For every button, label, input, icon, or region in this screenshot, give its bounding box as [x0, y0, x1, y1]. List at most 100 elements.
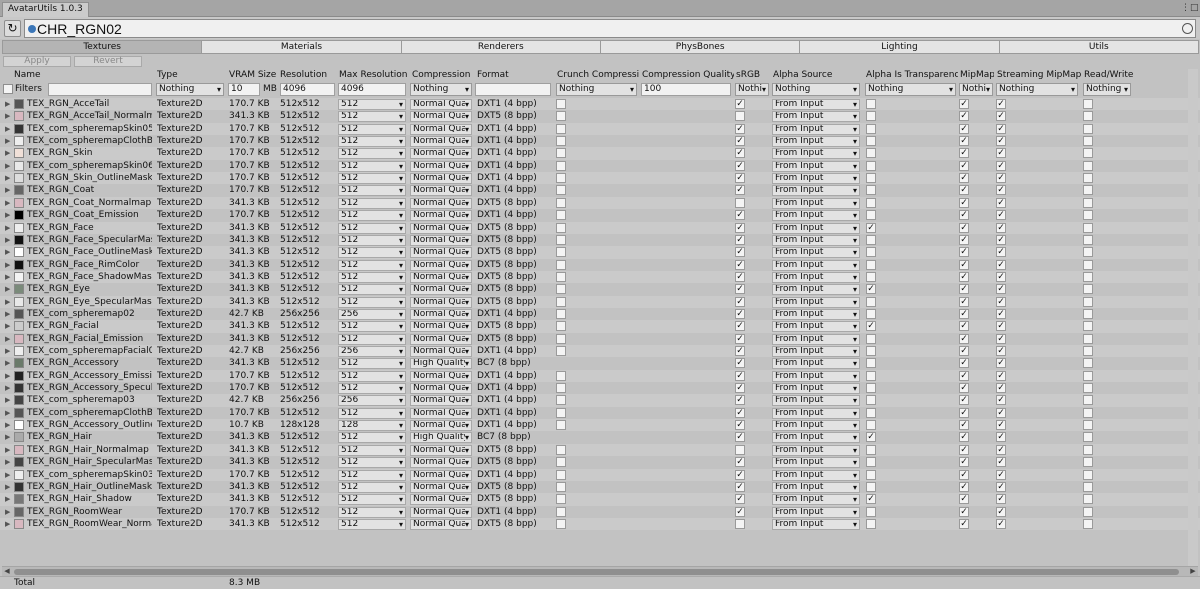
alpha-transparency-checkbox[interactable]	[866, 308, 876, 319]
expand-icon[interactable]: ▶	[5, 345, 10, 357]
srgb-checkbox[interactable]: ✓	[735, 271, 745, 282]
alpha-transparency-checkbox[interactable]	[866, 296, 876, 307]
alpha-source-dropdown[interactable]: From Input	[772, 136, 860, 148]
crunch-checkbox[interactable]	[556, 173, 566, 184]
crunch-checkbox[interactable]	[556, 185, 566, 196]
table-row[interactable]: ▶ TEX_RGN_Hair_SpecularMask Texture2D 341.3…	[0, 456, 1200, 469]
srgb-checkbox[interactable]: ✓	[735, 469, 745, 480]
format-filter-input[interactable]	[475, 83, 551, 96]
srgb-checkbox[interactable]: ✓	[735, 481, 745, 492]
alpha-source-dropdown[interactable]: From Input	[772, 160, 860, 172]
texture-name[interactable]: TEX_RGN_Accessory_OutlineMa	[27, 419, 152, 431]
expand-icon[interactable]: ▶	[5, 407, 10, 419]
crunch-checkbox[interactable]	[556, 111, 566, 122]
max-resolution-dropdown[interactable]: 512	[338, 469, 406, 481]
compression-dropdown[interactable]: Normal Qua	[410, 370, 472, 382]
crunch-checkbox[interactable]	[556, 222, 566, 233]
alpha-source-dropdown[interactable]: From Input	[772, 432, 860, 444]
table-row[interactable]: ▶ TEX_com_spheremapFacial01 Texture2D 42.7 …	[0, 345, 1200, 358]
alpha-transparency-checkbox[interactable]	[866, 148, 876, 159]
expand-icon[interactable]: ▶	[5, 98, 10, 110]
srgb-checkbox[interactable]: ✓	[735, 321, 745, 332]
texture-name[interactable]: TEX_RGN_AcceTail_Normalma	[27, 110, 152, 122]
alpha-transparency-checkbox[interactable]	[866, 185, 876, 196]
alpha-transparency-checkbox[interactable]	[866, 481, 876, 492]
tab-utils[interactable]: Utils	[998, 40, 1199, 54]
alpha-transparency-checkbox[interactable]	[866, 407, 876, 418]
readwrite-checkbox[interactable]	[1083, 469, 1093, 480]
table-row[interactable]: ▶ TEX_RGN_Hair_Normalmap Texture2D 341.3 KB…	[0, 443, 1200, 457]
readwrite-checkbox[interactable]	[1083, 506, 1093, 517]
streaming-checkbox[interactable]: ✓	[996, 370, 1006, 381]
crunch-checkbox[interactable]	[556, 160, 566, 171]
max-resolution-dropdown[interactable]: 512	[338, 506, 406, 518]
table-row[interactable]: ▶ TEX_RGN_Coat_Emission Texture2D 170.7 KB 5…	[0, 209, 1200, 222]
crunch-checkbox[interactable]	[556, 210, 566, 221]
crunch-checkbox[interactable]	[556, 481, 566, 492]
srgb-checkbox[interactable]: ✓	[735, 308, 745, 319]
compression-dropdown[interactable]: Normal Qua	[410, 259, 472, 271]
quality-filter-input[interactable]: 100	[641, 83, 731, 96]
max-resolution-dropdown[interactable]: 512	[338, 197, 406, 209]
texture-name[interactable]: TEX_RGN_Face_OutlineMask	[27, 246, 152, 258]
alpha-source-dropdown[interactable]: From Input	[772, 346, 860, 357]
alpha-source-dropdown[interactable]: From Input	[772, 444, 860, 456]
srgb-checkbox[interactable]	[735, 111, 745, 122]
srgb-checkbox[interactable]: ✓	[735, 333, 745, 344]
compression-dropdown[interactable]: Normal Qua	[410, 333, 472, 345]
max-resolution-dropdown[interactable]: 256	[338, 308, 406, 320]
alpha-transparency-filter-dropdown[interactable]: Nothing	[865, 83, 956, 96]
col-alpha-source[interactable]: Alpha Source	[773, 69, 863, 82]
horizontal-scrollbar[interactable]: ◀ ▶	[2, 566, 1198, 576]
readwrite-checkbox[interactable]	[1083, 358, 1093, 369]
col-readwrite[interactable]: Read/Write	[1084, 69, 1134, 82]
alpha-source-dropdown[interactable]: From Input	[772, 308, 860, 320]
crunch-checkbox[interactable]	[556, 395, 566, 406]
readwrite-checkbox[interactable]	[1083, 383, 1093, 394]
expand-icon[interactable]: ▶	[5, 160, 10, 172]
readwrite-checkbox[interactable]	[1083, 457, 1093, 468]
max-resolution-dropdown[interactable]: 512	[338, 494, 406, 506]
expand-icon[interactable]: ▶	[5, 110, 10, 122]
mipmap-checkbox[interactable]: ✓	[959, 185, 969, 196]
alpha-source-dropdown[interactable]: From Input	[772, 370, 860, 382]
mipmap-checkbox[interactable]: ✓	[959, 136, 969, 147]
vertical-scrollbar[interactable]	[1188, 69, 1198, 566]
alpha-source-dropdown[interactable]: From Input	[772, 469, 860, 481]
texture-name[interactable]: TEX_RGN_Hair_OutlineMask	[27, 481, 152, 493]
alpha-transparency-checkbox[interactable]	[866, 210, 876, 221]
mipmap-checkbox[interactable]: ✓	[959, 111, 969, 122]
expand-icon[interactable]: ▶	[5, 135, 10, 147]
compression-dropdown[interactable]: Normal Qua	[410, 148, 472, 160]
expand-icon[interactable]: ▶	[5, 296, 10, 308]
alpha-source-dropdown[interactable]: From Input	[772, 148, 860, 160]
crunch-checkbox[interactable]	[556, 407, 566, 418]
alpha-source-dropdown[interactable]: From Input	[772, 407, 860, 419]
expand-icon[interactable]: ▶	[5, 382, 10, 394]
mipmap-checkbox[interactable]: ✓	[959, 358, 969, 369]
streaming-checkbox[interactable]: ✓	[996, 99, 1006, 109]
kebab-menu-icon[interactable]: ⋮□	[1181, 2, 1199, 14]
mipmap-checkbox[interactable]: ✓	[959, 308, 969, 319]
max-resolution-dropdown[interactable]: 512	[338, 284, 406, 296]
crunch-checkbox[interactable]	[556, 148, 566, 159]
mipmap-checkbox[interactable]: ✓	[959, 99, 969, 109]
readwrite-checkbox[interactable]	[1083, 420, 1093, 431]
max-resolution-dropdown[interactable]: 512	[338, 234, 406, 246]
readwrite-checkbox[interactable]	[1083, 494, 1093, 505]
streaming-checkbox[interactable]: ✓	[996, 210, 1006, 221]
mipmap-checkbox[interactable]: ✓	[959, 247, 969, 258]
texture-name[interactable]: TEX_com_spheremap03	[27, 394, 152, 406]
max-resolution-dropdown[interactable]: 512	[338, 136, 406, 148]
streaming-checkbox[interactable]: ✓	[996, 358, 1006, 369]
expand-icon[interactable]: ▶	[5, 394, 10, 406]
texture-name[interactable]: TEX_RGN_Facial	[27, 320, 152, 332]
table-row[interactable]: ▶ TEX_RGN_Hair Texture2D 341.3 KB 512x512 512…	[0, 431, 1200, 444]
streaming-checkbox[interactable]: ✓	[996, 346, 1006, 356]
streaming-checkbox[interactable]: ✓	[996, 284, 1006, 295]
max-resolution-dropdown[interactable]: 128	[338, 420, 406, 432]
compression-dropdown[interactable]: Normal Qua	[410, 407, 472, 419]
readwrite-checkbox[interactable]	[1083, 296, 1093, 307]
alpha-transparency-checkbox[interactable]	[866, 111, 876, 122]
alpha-source-dropdown[interactable]: From Input	[772, 222, 860, 234]
